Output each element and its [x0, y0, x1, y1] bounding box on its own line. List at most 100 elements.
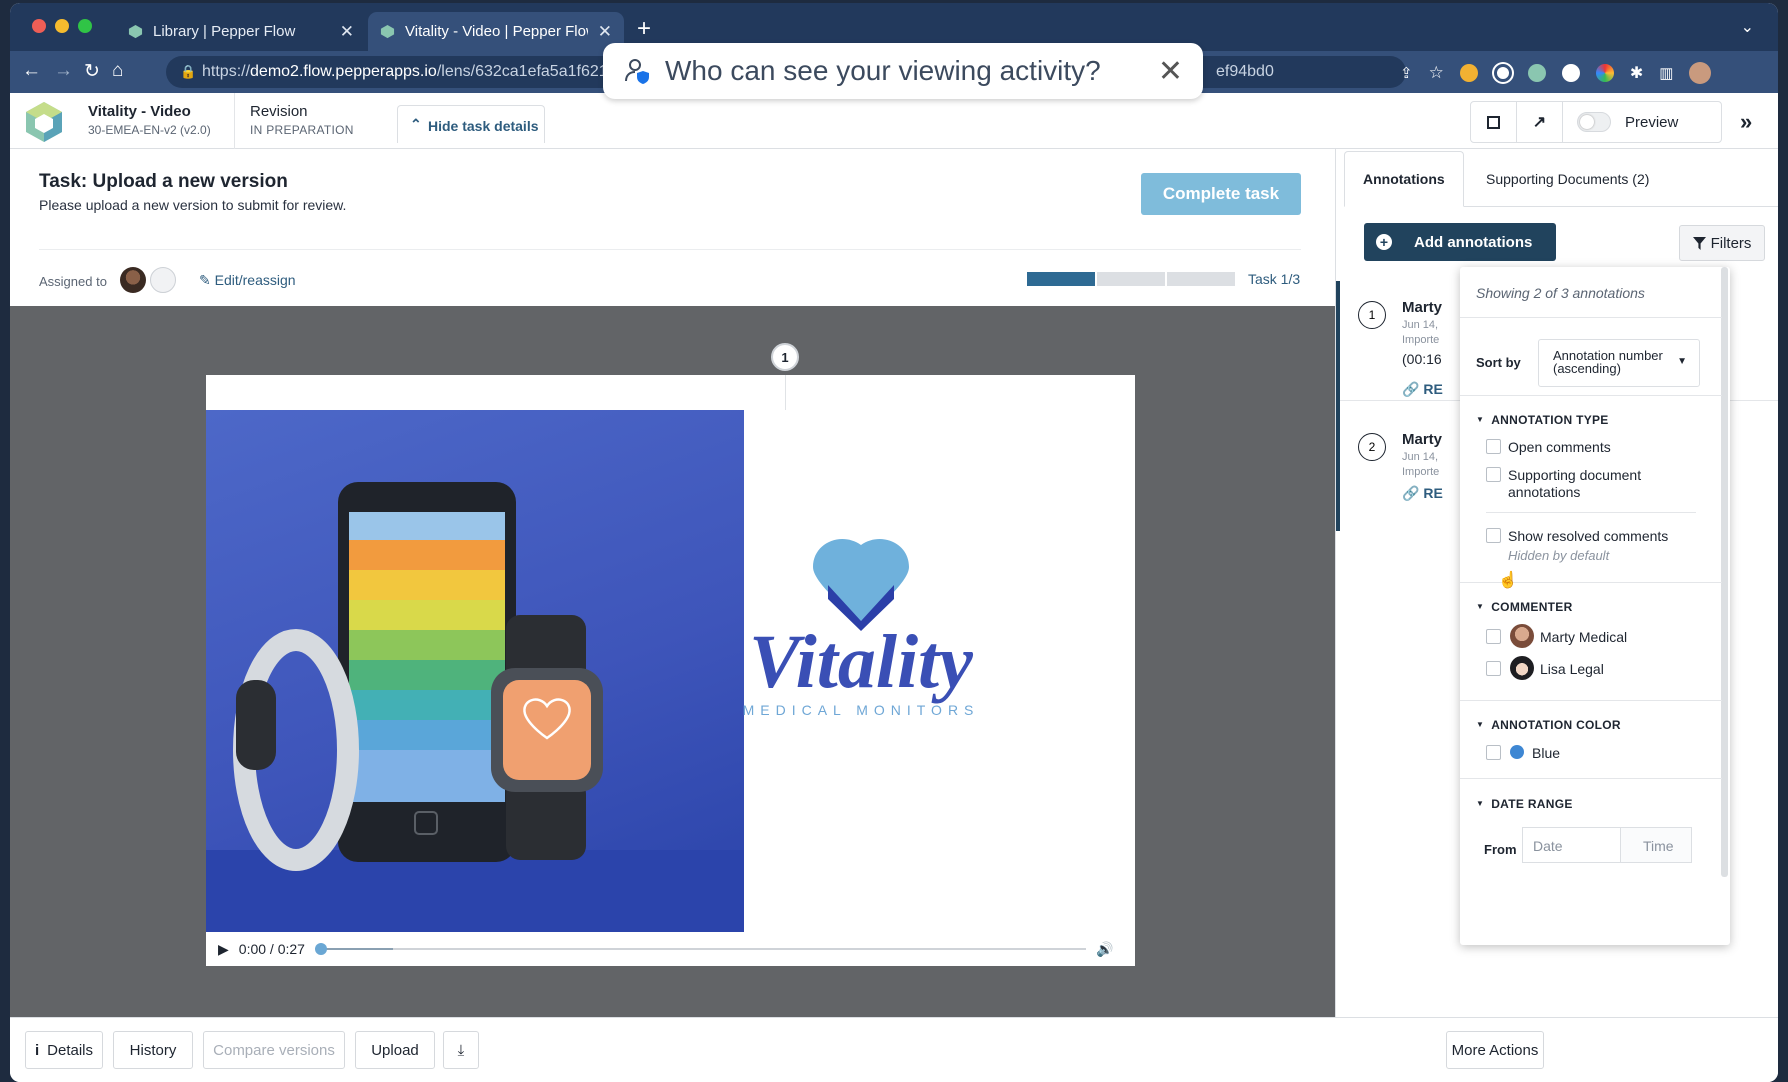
- tab-annotations[interactable]: Annotations: [1344, 151, 1464, 207]
- open-external-button[interactable]: ↗: [1517, 102, 1563, 142]
- pepper-flow-logo-icon: [26, 102, 62, 142]
- extensions-puzzle-icon[interactable]: ✱: [1630, 63, 1643, 83]
- caret-down-icon: ▼: [1677, 356, 1687, 367]
- fullscreen-button[interactable]: [1471, 102, 1517, 142]
- home-icon[interactable]: ⌂: [112, 60, 123, 82]
- task-description: Please upload a new version to submit fo…: [39, 197, 347, 213]
- add-annotations-button[interactable]: + Add annotations: [1364, 223, 1556, 261]
- maximize-window-button[interactable]: [78, 19, 92, 33]
- extension-pepper-icon[interactable]: [1527, 64, 1546, 82]
- annotation-pin[interactable]: 1: [771, 343, 799, 371]
- annotation-author: Marty: [1402, 299, 1443, 316]
- history-button[interactable]: History: [113, 1031, 193, 1069]
- unassigned-avatar[interactable]: [150, 267, 176, 293]
- close-window-button[interactable]: [32, 19, 46, 33]
- color-blue-checkbox[interactable]: [1486, 745, 1501, 760]
- edit-reassign-link[interactable]: ✎ Edit/reassign: [199, 272, 296, 289]
- user-shield-icon: [625, 59, 649, 84]
- assignee-avatar[interactable]: [120, 267, 146, 293]
- annotation-author: Marty: [1402, 431, 1443, 448]
- plus-circle-icon: +: [1376, 234, 1392, 250]
- section-title: DATE RANGE: [1491, 797, 1573, 811]
- extension-dark-icon[interactable]: [1561, 64, 1580, 82]
- sort-by-select[interactable]: Annotation number (ascending) ▼: [1538, 339, 1700, 387]
- close-popover-icon[interactable]: ✕: [1158, 54, 1183, 89]
- annotation-reply-link[interactable]: 🔗 RE: [1402, 485, 1443, 502]
- annotation-color-section[interactable]: ▼ ANNOTATION COLOR: [1476, 718, 1621, 732]
- brand-tagline: MEDICAL MONITORS: [743, 702, 980, 718]
- assigned-to-label: Assigned to: [39, 274, 107, 289]
- side-panel-icon[interactable]: ▥: [1659, 64, 1673, 82]
- privacy-prompt-text: Who can see your viewing activity?: [665, 55, 1101, 86]
- task-progress-step: [1097, 272, 1165, 286]
- panel-tabs: Annotations Supporting Documents (2): [1344, 149, 1778, 207]
- extension-1password-icon[interactable]: [1493, 64, 1512, 82]
- profile-avatar[interactable]: [1689, 62, 1712, 84]
- task-progress-label: Task 1/3: [1248, 271, 1301, 287]
- commenter-section[interactable]: ▼ COMMENTER: [1476, 600, 1573, 614]
- video-frame[interactable]: 1 Vitality MEDICAL MONITORS ▶ 0:00 / 0:2…: [206, 343, 1135, 966]
- upload-button[interactable]: Upload: [355, 1031, 435, 1069]
- share-icon[interactable]: ⇪: [1400, 64, 1413, 82]
- preview-toggle[interactable]: [1577, 112, 1611, 132]
- add-annotations-label: Add annotations: [1414, 233, 1533, 251]
- annotation-imported: Importe: [1402, 466, 1440, 478]
- supporting-document-checkbox[interactable]: [1486, 467, 1501, 482]
- close-tab-icon[interactable]: ✕: [598, 22, 612, 42]
- video-scrubber[interactable]: [314, 943, 1086, 955]
- annotation-reply-link[interactable]: 🔗 RE: [1402, 381, 1443, 398]
- browser-tab-library[interactable]: Library | Pepper Flow ✕: [116, 12, 366, 51]
- footer-toolbar: i Details History Compare versions Upload…: [10, 1017, 1778, 1082]
- filters-button[interactable]: Filters: [1679, 225, 1765, 261]
- minimize-window-button[interactable]: [55, 19, 69, 33]
- commenter-marty-checkbox[interactable]: [1486, 629, 1501, 644]
- privacy-popover: Who can see your viewing activity? ✕: [603, 43, 1203, 99]
- from-time-input[interactable]: Time: [1620, 827, 1692, 863]
- from-date-input[interactable]: Date: [1522, 827, 1620, 863]
- extension-color-icon[interactable]: [1595, 64, 1614, 82]
- annotation-type-section[interactable]: ▼ ANNOTATION TYPE: [1476, 413, 1609, 427]
- tab-label: Library | Pepper Flow: [153, 23, 296, 40]
- url-host: demo2.flow.pepperapps.io: [250, 63, 437, 80]
- commenter-lisa-checkbox[interactable]: [1486, 661, 1501, 676]
- document-title: Vitality - Video: [88, 103, 191, 120]
- more-actions-button[interactable]: More Actions: [1446, 1031, 1544, 1069]
- show-resolved-checkbox[interactable]: [1486, 528, 1501, 543]
- window-controls: [32, 19, 92, 33]
- tab-search-chevron-icon[interactable]: ⌄: [1741, 17, 1754, 37]
- annotation-imported: Importe: [1402, 334, 1440, 346]
- download-button[interactable]: ⤓: [443, 1031, 479, 1069]
- section-title: ANNOTATION TYPE: [1491, 413, 1609, 427]
- close-tab-icon[interactable]: ✕: [340, 22, 354, 42]
- url-prefix: https://: [202, 63, 251, 80]
- play-icon[interactable]: ▶: [218, 941, 229, 958]
- details-button[interactable]: i Details: [25, 1031, 103, 1069]
- collapse-panel-icon[interactable]: »: [1740, 109, 1752, 135]
- forward-icon[interactable]: →: [54, 60, 73, 82]
- reload-icon[interactable]: ↻: [84, 60, 100, 83]
- dropdown-divider: [1486, 512, 1696, 513]
- complete-task-button[interactable]: Complete task: [1141, 173, 1301, 215]
- filters-label: Filters: [1710, 234, 1752, 252]
- preview-label: Preview: [1625, 113, 1679, 131]
- hide-task-details-button[interactable]: ⌃ Hide task details: [397, 105, 545, 143]
- extension-drive-icon[interactable]: [1459, 64, 1478, 82]
- url-path: /lens/632ca1efa5a1f621: [436, 63, 608, 80]
- show-resolved-label: Show resolved comments: [1508, 528, 1669, 544]
- back-icon[interactable]: ←: [22, 60, 41, 82]
- dropdown-divider: [1460, 317, 1722, 318]
- date-range-section[interactable]: ▼ DATE RANGE: [1476, 797, 1573, 811]
- dropdown-scrollbar[interactable]: [1721, 267, 1728, 877]
- scrubber-knob[interactable]: [314, 943, 327, 955]
- annotation-pin-line: [785, 375, 786, 410]
- link-icon: 🔗: [1402, 381, 1420, 397]
- app-header: Vitality - Video 30-EMEA-EN-v2 (v2.0) Re…: [10, 93, 1778, 149]
- bookmark-star-icon[interactable]: ☆: [1429, 63, 1444, 83]
- open-comments-checkbox[interactable]: [1486, 439, 1501, 454]
- from-label: From: [1484, 842, 1517, 857]
- compare-versions-button[interactable]: Compare versions: [203, 1031, 345, 1069]
- tab-supporting-documents[interactable]: Supporting Documents (2): [1468, 151, 1667, 207]
- volume-icon[interactable]: 🔊: [1096, 941, 1113, 958]
- new-tab-icon[interactable]: +: [637, 15, 651, 43]
- browser-tab-vitality[interactable]: Vitality - Video | Pepper Flow ✕: [368, 12, 624, 51]
